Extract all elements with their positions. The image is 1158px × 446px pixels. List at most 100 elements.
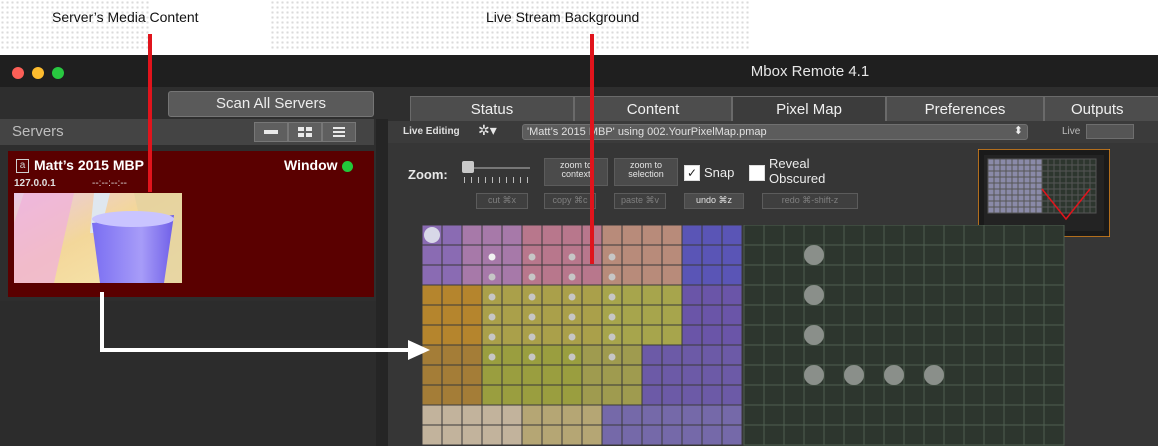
pixel-map-cell[interactable] — [501, 284, 523, 306]
pixel-map-cell[interactable] — [681, 304, 703, 326]
pixel-map-cell[interactable] — [661, 404, 683, 426]
pixel-map-cell[interactable] — [561, 384, 583, 406]
pixel-map-cell[interactable] — [422, 404, 443, 426]
pixel-map-cell[interactable] — [661, 384, 683, 406]
live-toggle[interactable] — [1086, 124, 1134, 139]
pixel-map-cell[interactable] — [701, 264, 723, 286]
pixel-map-cell[interactable] — [501, 344, 523, 366]
pixel-map-cell[interactable] — [581, 404, 603, 426]
pixel-map-cell[interactable] — [461, 264, 483, 286]
pixel-map-cell[interactable] — [441, 384, 463, 406]
pixel-map-cell[interactable] — [641, 404, 663, 426]
pixel-map-cell[interactable] — [461, 384, 483, 406]
reveal-obscured-checkbox[interactable] — [749, 165, 765, 181]
pixel-map-cell[interactable] — [661, 344, 683, 366]
pixel-map-cell[interactable] — [461, 344, 483, 366]
pixel-map-cell[interactable] — [461, 225, 483, 246]
pixel-map-cell[interactable] — [441, 424, 463, 446]
pixel-map-cell[interactable] — [621, 344, 643, 366]
pixel-map-cell[interactable] — [681, 424, 703, 446]
pixel-map-cell[interactable] — [721, 284, 743, 306]
redo-button[interactable]: redo ⌘-shift-z — [762, 193, 858, 209]
pixel-map-cell[interactable] — [521, 424, 543, 446]
pixel-map-cell[interactable] — [701, 384, 723, 406]
pixel-map-cell[interactable] — [481, 225, 503, 246]
pixel-map-cell[interactable] — [641, 364, 663, 386]
zoom-window-button[interactable] — [52, 67, 64, 79]
pixel-map-cell[interactable] — [701, 344, 723, 366]
server-card[interactable]: a Matt’s 2015 MBP Window 127.0.0.1 --:--… — [8, 151, 374, 297]
pixel-map-cell[interactable] — [641, 225, 663, 246]
pixel-map-cell[interactable] — [481, 384, 503, 406]
detail-view-button[interactable] — [322, 122, 356, 142]
pixel-map-cell[interactable] — [441, 225, 463, 246]
pixel-map-cell[interactable] — [681, 225, 703, 246]
pixel-map-cell[interactable] — [701, 284, 723, 306]
cut-button[interactable]: cut ⌘x — [476, 193, 528, 209]
pixel-map-cell[interactable] — [541, 384, 563, 406]
pixel-map-cell[interactable] — [621, 244, 643, 266]
gear-icon[interactable]: ✲▾ — [478, 122, 497, 139]
pixel-map-cell[interactable] — [501, 324, 523, 346]
pixel-map-cell[interactable] — [581, 344, 603, 366]
pixel-map-cell[interactable] — [601, 424, 623, 446]
pixel-map-cell[interactable] — [581, 284, 603, 306]
pixel-map-cell[interactable] — [521, 364, 543, 386]
pixel-map-cell[interactable] — [661, 364, 683, 386]
pixel-map-cell[interactable] — [441, 264, 463, 286]
pixel-map-cell[interactable] — [561, 424, 583, 446]
pixel-map-cell[interactable] — [561, 364, 583, 386]
pixel-map-cell[interactable] — [521, 225, 543, 246]
pixel-map-cell[interactable] — [721, 364, 743, 386]
pixel-map-cell[interactable] — [661, 244, 683, 266]
pixel-map-cell[interactable] — [681, 404, 703, 426]
pixel-map-cell[interactable] — [621, 424, 643, 446]
pixel-map-cell[interactable] — [481, 404, 503, 426]
pixel-map-cell[interactable] — [621, 304, 643, 326]
tab-outputs[interactable]: Outputs — [1044, 96, 1158, 122]
pixel-map-cell[interactable] — [621, 404, 643, 426]
pixel-map-cell[interactable] — [541, 244, 563, 266]
pixel-map-cell[interactable] — [621, 284, 643, 306]
pixel-map-cell[interactable] — [601, 225, 623, 246]
splitter[interactable] — [376, 119, 388, 446]
pixel-map-cell[interactable] — [721, 424, 743, 446]
pixel-map-cell[interactable] — [641, 304, 663, 326]
pixel-map-cell[interactable] — [422, 364, 443, 386]
pixel-map-cell[interactable] — [441, 404, 463, 426]
pixel-map-cell[interactable] — [641, 424, 663, 446]
pixel-map-cell[interactable] — [541, 304, 563, 326]
pixel-map-cell[interactable] — [501, 264, 523, 286]
pixel-map-cell[interactable] — [422, 304, 443, 326]
pixel-map-cell[interactable] — [721, 344, 743, 366]
undo-button[interactable]: undo ⌘z — [684, 193, 744, 209]
pixel-map-cell[interactable] — [721, 324, 743, 346]
tab-preferences[interactable]: Preferences — [886, 96, 1044, 122]
paste-button[interactable]: paste ⌘v — [614, 193, 666, 209]
pixel-map-cell[interactable] — [701, 324, 723, 346]
fixture-node[interactable] — [844, 365, 864, 385]
pixel-map-cell[interactable] — [681, 324, 703, 346]
tab-status[interactable]: Status — [410, 96, 574, 122]
pixel-map-cell[interactable] — [441, 304, 463, 326]
pixel-map-cell[interactable] — [681, 264, 703, 286]
pixel-map-cell[interactable] — [581, 324, 603, 346]
pixel-map-cell[interactable] — [721, 304, 743, 326]
pixel-map-cell[interactable] — [581, 424, 603, 446]
pixel-map-cell[interactable] — [561, 404, 583, 426]
pixel-map-cell[interactable] — [541, 225, 563, 246]
fixture-node[interactable] — [804, 285, 824, 305]
pixel-map-cell[interactable] — [701, 244, 723, 266]
pixel-map-cell[interactable] — [701, 364, 723, 386]
pixel-map-cell[interactable] — [581, 364, 603, 386]
fixture-node[interactable] — [884, 365, 904, 385]
pixel-map-cell[interactable] — [681, 364, 703, 386]
pixel-map-cell[interactable] — [601, 404, 623, 426]
pixel-map-cell[interactable] — [521, 384, 543, 406]
pixel-map-cell[interactable] — [641, 384, 663, 406]
fixture-handle[interactable] — [424, 227, 440, 243]
pixel-map-cell[interactable] — [681, 344, 703, 366]
tab-content[interactable]: Content — [574, 96, 732, 122]
scan-all-servers-button[interactable]: Scan All Servers — [168, 91, 374, 117]
pixel-map-cell[interactable] — [641, 284, 663, 306]
